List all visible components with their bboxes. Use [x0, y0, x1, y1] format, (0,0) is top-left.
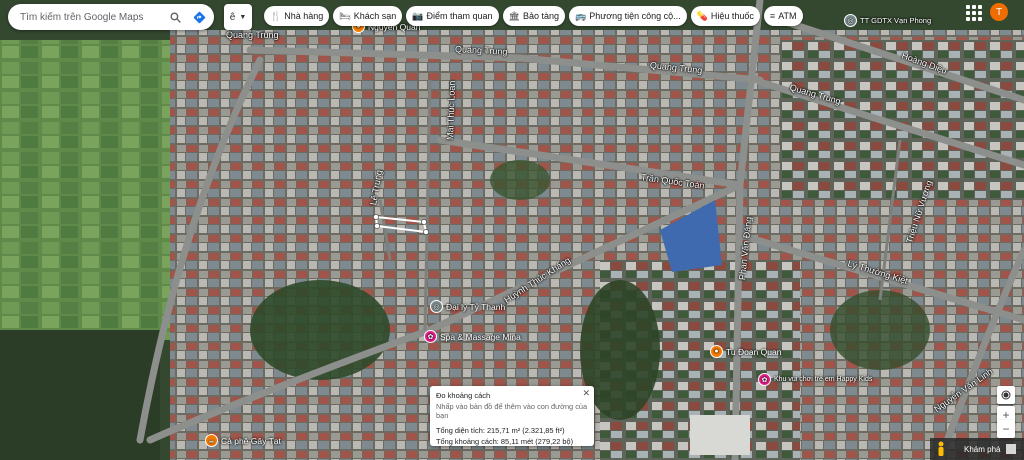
avatar[interactable]: T	[990, 3, 1008, 21]
chip-label: Hiệu thuốc	[710, 11, 754, 21]
poi-label: Đại lý Tỷ Thanh	[446, 301, 506, 312]
chip-label: Nhà hàng	[284, 11, 324, 21]
poi-pin-icon: ●	[710, 345, 723, 358]
transit-icon: 🚌	[574, 10, 587, 21]
measure-distance: Tổng khoảng cách: 85,11 mét (279,22 bộ)	[436, 437, 574, 446]
explore-bar: Khám phá	[930, 438, 1024, 460]
poi-label: Cà phê Gây Tạt	[221, 435, 281, 446]
zoom-out-button[interactable]: −	[997, 420, 1015, 438]
museum-icon: 🏛	[508, 10, 520, 21]
search-input[interactable]: Tìm kiếm trên Google Maps	[20, 12, 166, 23]
explore-label[interactable]: Khám phá	[964, 445, 1000, 454]
search-icon[interactable]	[166, 8, 184, 26]
directions-icon[interactable]	[190, 8, 208, 26]
poi-marker[interactable]: ◎ Đại lý Tỷ Thanh	[430, 300, 505, 313]
street-label: Mai Thúc Loan	[445, 80, 458, 141]
poi-marker[interactable]: ✿ Khu vui chơi trẻ em Happy Kids	[758, 373, 872, 386]
street-label: Quang Trung	[226, 30, 279, 40]
location-target-icon	[1001, 390, 1011, 400]
atm-icon: ≡	[769, 11, 776, 21]
poi-marker[interactable]: ● Tu Đoan Quan	[710, 345, 781, 358]
poi-label: Spa & Massage Mina	[440, 331, 521, 342]
measure-area: Tổng diện tích: 215,71 m² (2.321,85 ft²)	[436, 426, 565, 435]
poi-marker[interactable]: ◎ TT GDTX Vạn Phong	[844, 14, 931, 27]
poi-label: Khu vui chơi trẻ em Happy Kids	[774, 376, 873, 383]
chip-atm[interactable]: ≡ ATM	[763, 6, 803, 26]
my-location-button[interactable]	[997, 386, 1015, 404]
layers-label: ê	[229, 11, 236, 23]
poi-pin-icon: ◎	[844, 14, 857, 27]
poi-marker[interactable]: ✿ Spa & Massage Mina	[424, 330, 521, 343]
bed-icon: 🛏	[339, 10, 351, 21]
chevron-down-icon: ▼	[239, 13, 247, 21]
poi-label: Tu Đoan Quan	[726, 346, 782, 357]
measure-subtitle: Nhấp vào bản đồ để thêm vào con đường củ…	[436, 402, 588, 420]
chip-label: Khách sạn	[353, 11, 397, 21]
chip-label: Điểm tham quan	[426, 11, 493, 21]
measure-distance-popup: Đo khoảng cách Nhấp vào bản đồ để thêm v…	[430, 386, 594, 446]
apps-grid-icon[interactable]	[966, 5, 982, 21]
chip-attractions[interactable]: 📷 Điểm tham quan	[406, 6, 499, 26]
chip-transit[interactable]: 🚌 Phương tiện công cộ...	[568, 6, 687, 26]
close-icon[interactable]: ✕	[582, 388, 590, 399]
pharmacy-icon: 💊	[696, 10, 708, 21]
poi-label: TT GDTX Vạn Phong	[860, 16, 932, 25]
chip-label: Phương tiện công cộ...	[589, 11, 681, 21]
poi-pin-icon: ✿	[758, 373, 771, 386]
poi-pin-icon: ✿	[424, 330, 437, 343]
chip-label: Bảo tàng	[522, 11, 559, 21]
chip-museums[interactable]: 🏛 Bảo tàng	[502, 6, 565, 26]
layers-button[interactable]: ê ▼	[224, 4, 252, 30]
category-chips: 🍴 Nhà hàng 🛏 Khách sạn 📷 Điểm tham quan 🏛 Bả…	[264, 6, 803, 26]
camera-icon: 📷	[412, 10, 424, 21]
poi-marker[interactable]: ☕ Cà phê Gây Tạt	[205, 434, 281, 447]
poi-pin-icon: ◎	[430, 300, 443, 313]
expand-icon[interactable]	[1006, 444, 1017, 454]
chip-label: ATM	[778, 11, 797, 21]
chip-restaurants[interactable]: 🍴 Nhà hàng	[264, 6, 330, 26]
chip-hotels[interactable]: 🛏 Khách sạn	[333, 6, 403, 26]
measure-title: Đo khoảng cách	[436, 391, 491, 400]
search-box[interactable]: Tìm kiếm trên Google Maps	[8, 4, 214, 30]
pegman-icon[interactable]	[936, 441, 946, 457]
chip-pharmacies[interactable]: 💊 Hiệu thuốc	[690, 6, 760, 26]
poi-pin-icon: ☕	[205, 434, 218, 447]
fork-knife-icon: 🍴	[270, 10, 282, 21]
